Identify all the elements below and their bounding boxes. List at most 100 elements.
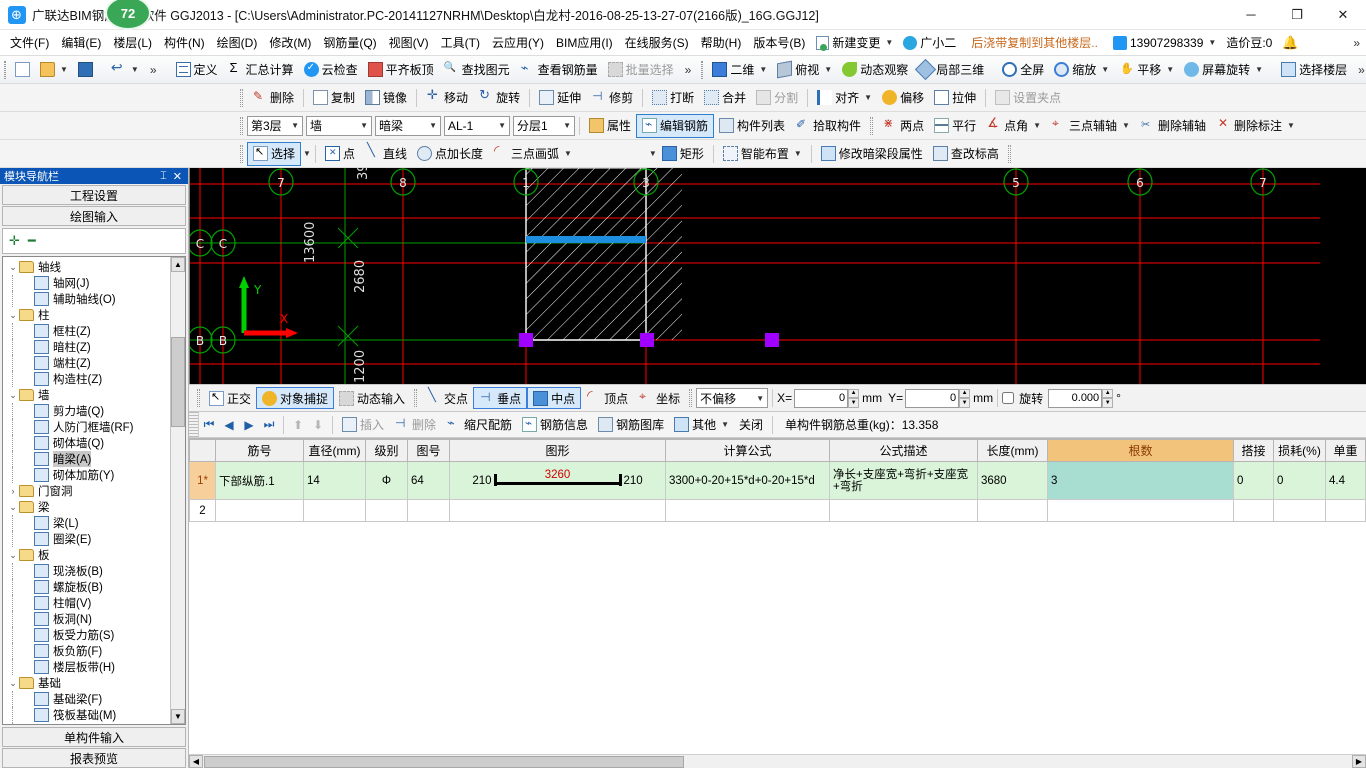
floor-select[interactable]: 第3层 ▼ [247, 115, 303, 136]
move-up-button[interactable]: ⬆ [288, 415, 308, 435]
x-spinner[interactable]: ▲ ▼ [848, 388, 860, 408]
nav-next-button[interactable]: ▶ [239, 415, 259, 435]
tree-item-6[interactable]: 端柱(Z) [7, 355, 170, 371]
tree-item-12[interactable]: 暗梁(A) [7, 451, 170, 467]
snap-midpoint[interactable]: 中点 [527, 387, 582, 409]
tree-item-7[interactable]: 构造柱(Z) [7, 371, 170, 387]
cell-bar-name[interactable] [215, 499, 304, 522]
dynamic-input-toggle[interactable]: 动态输入 [334, 387, 410, 409]
rebar-info-button[interactable]: 钢筋信息 [517, 413, 593, 437]
find-element-button[interactable]: 查找图元 [439, 58, 515, 82]
context-toolbar-grip[interactable] [240, 116, 243, 135]
tree-twisty-icon[interactable]: ⌄ [7, 262, 19, 273]
tree-item-27[interactable]: 基础梁(F) [7, 691, 170, 707]
add-member-icon[interactable]: ✛ [9, 233, 20, 249]
cell-grade[interactable]: Φ [365, 461, 408, 500]
insert-row-button[interactable]: 插入 [337, 413, 389, 437]
tree-item-25[interactable]: 楼层板带(H) [7, 659, 170, 675]
y-spinner[interactable]: ▲ ▼ [959, 388, 971, 408]
other-button[interactable]: 其他 ▼ [669, 413, 734, 437]
dock-close-icon[interactable]: ✕ [173, 170, 182, 183]
y-input[interactable]: 0 [905, 388, 960, 408]
tree-item-4[interactable]: 框柱(Z) [7, 323, 170, 339]
member-select[interactable]: AL-1 ▼ [444, 115, 510, 136]
set-grip-button[interactable]: 设置夹点 [990, 86, 1066, 110]
tree-item-22[interactable]: 板洞(N) [7, 611, 170, 627]
cell-bar-name[interactable]: 下部纵筋.1 [215, 461, 304, 500]
draw-toolbar-grip[interactable] [240, 144, 243, 163]
close-button[interactable]: ✕ [1320, 0, 1366, 30]
delete-dim-button[interactable]: 删除标注▼ [1211, 114, 1300, 138]
menu-file[interactable]: 文件(F) [4, 31, 55, 54]
modify-segment-prop-button[interactable]: 修改暗梁段属性 [816, 142, 928, 166]
th-formula-desc[interactable]: 公式描述 [829, 439, 978, 462]
table-row[interactable]: 2 [189, 499, 1366, 522]
rebar-table-wrapper[interactable]: 筋号 直径(mm) 级别 图号 图形 计算公式 公式描述 长度(mm) 根数 搭… [189, 438, 1366, 754]
point-tool-button[interactable]: 点 [320, 142, 360, 166]
draw-toolbar-grip-end[interactable] [1007, 144, 1011, 163]
nav-first-button[interactable]: ⏮ [199, 415, 219, 435]
tree-twisty-icon[interactable]: ⌄ [7, 678, 19, 689]
cell-unit-weight[interactable] [1325, 499, 1366, 522]
th-length[interactable]: 长度(mm) [977, 439, 1048, 462]
menu-edit[interactable]: 编辑(E) [55, 31, 107, 54]
rebar-library-button[interactable]: 钢筋图库 [593, 413, 669, 437]
edit-toolbar-grip[interactable] [240, 88, 243, 107]
table-row[interactable]: 1* 下部纵筋.1 14 Φ 64 210 3260 210 3300+0-20… [189, 461, 1366, 500]
toolbar-grip-2[interactable] [701, 60, 704, 79]
new-file-button[interactable] [10, 58, 35, 82]
th-shape[interactable]: 图形 [449, 439, 666, 462]
three-point-axis-button[interactable]: 三点辅轴▼ [1046, 114, 1135, 138]
menu-modify[interactable]: 修改(M) [263, 31, 317, 54]
minimize-button[interactable]: ─ [1228, 0, 1274, 30]
tree-item-19[interactable]: 现浇板(B) [7, 563, 170, 579]
cell-formula[interactable] [665, 499, 830, 522]
rectangle-tool-button[interactable]: 矩形 [657, 142, 709, 166]
tree-item-20[interactable]: 螺旋板(B) [7, 579, 170, 595]
cell-length[interactable] [977, 499, 1048, 522]
point-length-button[interactable]: 点加长度 [412, 142, 488, 166]
cell-loss[interactable] [1273, 499, 1326, 522]
th-formula[interactable]: 计算公式 [665, 439, 830, 462]
undo-button[interactable]: ▼ [106, 58, 144, 82]
cell-diameter[interactable] [303, 499, 366, 522]
batch-select-button[interactable]: 批量选择 [603, 58, 679, 82]
cell-unit-weight[interactable]: 4.4 [1325, 461, 1366, 500]
snap-grip[interactable] [197, 389, 200, 407]
pan-button[interactable]: 平移▼ [1114, 58, 1179, 82]
point-angle-button[interactable]: 点角▼ [981, 114, 1046, 138]
user-chip[interactable]: 广小二 [898, 32, 961, 53]
cell-figure-no[interactable]: 64 [407, 461, 450, 500]
tree-item-26[interactable]: ⌄ 基础 [7, 675, 170, 691]
member-list-button[interactable]: 构件列表 [714, 114, 790, 138]
tree-twisty-icon[interactable]: › [7, 486, 19, 496]
cell-lap[interactable]: 0 [1233, 461, 1274, 500]
dock-tab-report-preview[interactable]: 报表预览 [2, 748, 186, 768]
rotate-spinner[interactable]: ▲ ▼ [1102, 388, 1114, 408]
copy-button[interactable]: 复制 [308, 86, 360, 110]
menu-member[interactable]: 构件(N) [158, 31, 211, 54]
align-button[interactable]: 对齐 ▼ [812, 86, 877, 110]
tree-item-29[interactable]: 集水坑(K) [7, 723, 170, 724]
bell-icon[interactable]: 🔔 [1277, 33, 1303, 53]
tree-item-28[interactable]: 筏板基础(M) [7, 707, 170, 723]
tree-scroll-up-arrow[interactable]: ▲ [171, 257, 185, 272]
dock-tab-single-member-input[interactable]: 单构件输入 [2, 727, 186, 747]
tree-twisty-icon[interactable]: ⌄ [7, 310, 19, 321]
member-type-select[interactable]: 暗梁 ▼ [375, 115, 441, 136]
ortho-toggle[interactable]: 正交 [204, 387, 256, 409]
tree-item-9[interactable]: 剪力墙(Q) [7, 403, 170, 419]
cell-shape[interactable]: 210 3260 210 [449, 461, 666, 500]
screen-rotate-button[interactable]: 屏幕旋转 ▼ [1179, 58, 1268, 82]
top-view-button[interactable]: 俯视 ▼ [772, 58, 837, 82]
account-chip[interactable]: 13907298339 ▼ [1108, 34, 1221, 52]
cell-formula-desc[interactable] [829, 499, 978, 522]
local-3d-button[interactable]: 局部三维 [913, 58, 989, 82]
cell-loss[interactable]: 0 [1273, 461, 1326, 500]
delete-button[interactable]: 删除 [247, 86, 299, 110]
category-select[interactable]: 墙 ▼ [306, 115, 372, 136]
menu-draw[interactable]: 绘图(D) [211, 31, 264, 54]
tree-item-14[interactable]: › 门窗洞 [7, 483, 170, 499]
select-dropdown-caret[interactable]: ▼ [303, 149, 311, 158]
flush-slab-top-button[interactable]: 平齐板顶 [363, 58, 439, 82]
